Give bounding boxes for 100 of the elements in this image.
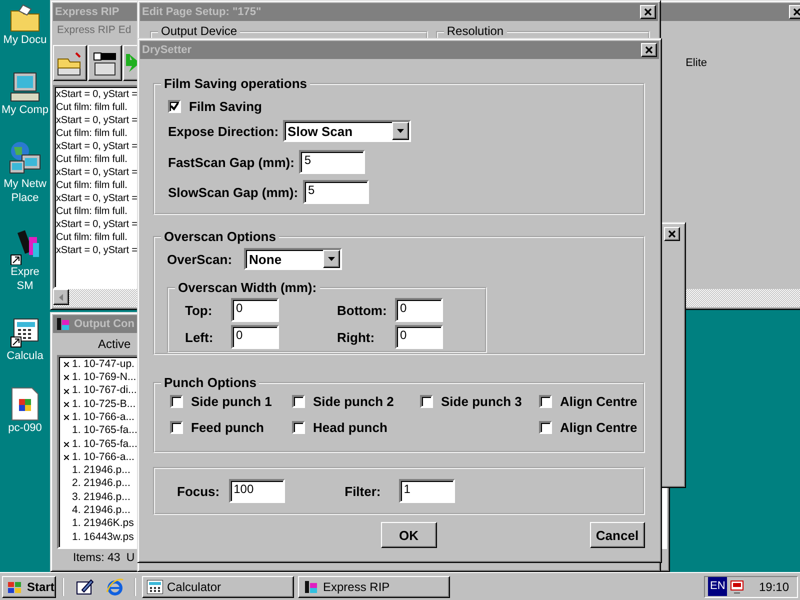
status-text: U xyxy=(126,551,135,566)
text-field[interactable]: 1 xyxy=(398,479,455,503)
field-label: Right: xyxy=(337,330,376,344)
field-label: FastScan Gap (mm): xyxy=(168,154,294,170)
log-line: Cut film: film full. xyxy=(55,127,128,140)
field-label: Filter: xyxy=(344,484,381,498)
taskbar-button[interactable]: Calculator xyxy=(142,576,294,598)
checkbox-label: Side punch 2 xyxy=(313,394,394,409)
file-entry[interactable]: 1. 10-747-up. xyxy=(72,357,134,373)
log-line: Cut film: film full. xyxy=(55,153,128,166)
checkbox[interactable] xyxy=(170,395,183,408)
checkbox[interactable] xyxy=(292,421,305,434)
text-field[interactable]: 100 xyxy=(228,479,285,503)
file-entry[interactable]: 1. 10-765-fa... xyxy=(72,423,138,440)
left-arrow-icon xyxy=(59,294,63,300)
checkbox[interactable] xyxy=(539,421,552,434)
log-line: Cut film: film full. xyxy=(55,101,128,114)
icon-label[interactable]: My Docu xyxy=(3,33,47,47)
file-entry[interactable]: 1. 10-725-B... xyxy=(72,396,136,412)
log-line: xStart = 0, yStart = xyxy=(55,218,138,231)
monitor-icon xyxy=(730,580,744,594)
group-label: Overscan Width (mm): xyxy=(175,280,320,295)
file-entry[interactable]: 1. 16443w.ps xyxy=(72,530,134,546)
dialog-button[interactable]: Cancel xyxy=(590,522,645,548)
close-icon xyxy=(793,8,800,16)
arrow-icon xyxy=(126,54,140,72)
language-indicator[interactable]: EN xyxy=(708,577,728,596)
field-label: Focus: xyxy=(177,484,220,498)
file-entry[interactable]: 1. 10-765-fa... xyxy=(72,436,138,452)
computer-icon xyxy=(9,71,41,103)
text-field[interactable]: 0 xyxy=(395,298,443,322)
file-entry[interactable]: 1. 10-766-a... xyxy=(72,410,134,426)
close-button[interactable] xyxy=(664,227,680,241)
desktop-pencil-icon xyxy=(76,578,94,596)
close-button[interactable] xyxy=(641,43,657,57)
folder-icon xyxy=(9,3,41,33)
text-field[interactable]: 5 xyxy=(299,150,366,174)
file-entry[interactable]: 3. 21946.p... xyxy=(72,490,130,506)
toolbar-button[interactable] xyxy=(53,45,87,81)
text-field[interactable]: 0 xyxy=(231,298,279,322)
status-text: Items: 43 xyxy=(73,551,120,566)
checkbox-label: Side punch 1 xyxy=(191,394,272,409)
dropdown-arrow-icon xyxy=(328,257,336,261)
close-button[interactable] xyxy=(640,5,656,19)
letter-e-icon xyxy=(106,578,124,596)
list-header: Active xyxy=(98,336,131,353)
checkbox-label: Film Saving xyxy=(189,98,262,114)
checkbox[interactable] xyxy=(170,421,183,434)
close-icon xyxy=(668,230,676,238)
file-entry[interactable]: 1. 10-766-a... xyxy=(72,450,134,466)
icon-label[interactable]: Expre SM xyxy=(10,265,40,293)
log-line: xStart = 0, yStart = xyxy=(55,114,138,127)
checkbox[interactable] xyxy=(420,395,433,408)
file-entry[interactable]: 4. 21946.p... xyxy=(72,503,130,519)
scroll-left-button[interactable] xyxy=(53,289,69,305)
checkbox-label: Head punch xyxy=(313,420,388,435)
icon-label[interactable]: pc-090 xyxy=(8,421,42,435)
file-entry[interactable]: 1. 10-767-di... xyxy=(72,383,137,400)
icon-label[interactable]: Calcula xyxy=(6,349,44,363)
text-field[interactable]: 0 xyxy=(395,325,443,349)
file-entry[interactable]: 1. 10-769-N... xyxy=(72,370,136,386)
log-line: xStart = 0, yStart = xyxy=(55,88,138,101)
check-icon xyxy=(170,102,179,110)
calculator-icon xyxy=(147,580,163,594)
dropdown-value: None xyxy=(249,252,282,266)
window-title: Express RIP xyxy=(55,6,120,18)
checkbox-label: Feed punch xyxy=(191,420,264,435)
paint-tube-icon xyxy=(9,229,41,265)
log-line: xStart = 0, yStart = xyxy=(55,166,138,179)
text-field[interactable]: 5 xyxy=(303,180,370,204)
windows-logo-icon xyxy=(7,580,23,594)
dropdown[interactable]: None xyxy=(244,248,342,270)
toolbar-button[interactable] xyxy=(88,45,122,81)
dropdown-arrow-icon xyxy=(396,129,404,133)
field-label: OverScan: xyxy=(167,252,232,266)
text-field[interactable]: 0 xyxy=(231,325,279,349)
log-line: xStart = 0, yStart = xyxy=(55,192,138,205)
file-entry[interactable]: 2. 21946.p... xyxy=(72,476,130,492)
checkbox[interactable] xyxy=(292,395,305,408)
dialog-button[interactable]: OK xyxy=(381,522,436,548)
taskbar-button[interactable]: Express RIP xyxy=(298,576,450,598)
checkbox[interactable] xyxy=(539,395,552,408)
group-label: Punch Options xyxy=(161,375,260,390)
dropdown[interactable]: Slow Scan xyxy=(282,120,411,142)
icon-label[interactable]: My Comp xyxy=(1,103,49,117)
icon-label[interactable]: My Netw Place xyxy=(4,177,46,205)
file-entry[interactable]: 1. 21946K.ps xyxy=(72,516,134,532)
start-button[interactable]: Start xyxy=(2,576,56,598)
close-icon xyxy=(644,8,652,16)
log-line: Cut film: film full. xyxy=(55,205,128,218)
checkbox-label: Side punch 3 xyxy=(441,394,522,409)
log-line: xStart = 0, yStart = xyxy=(55,244,138,257)
browser-button[interactable] xyxy=(106,578,124,596)
desktop-shortcut-button[interactable] xyxy=(76,578,94,596)
calculator-icon xyxy=(10,317,40,349)
file-entry[interactable]: 1. 21946.p... xyxy=(72,463,130,479)
field-label: Top: xyxy=(185,302,214,318)
field-label: Bottom: xyxy=(337,302,388,318)
dropdown-value: Slow Scan xyxy=(288,124,353,138)
checkbox[interactable] xyxy=(168,100,181,112)
